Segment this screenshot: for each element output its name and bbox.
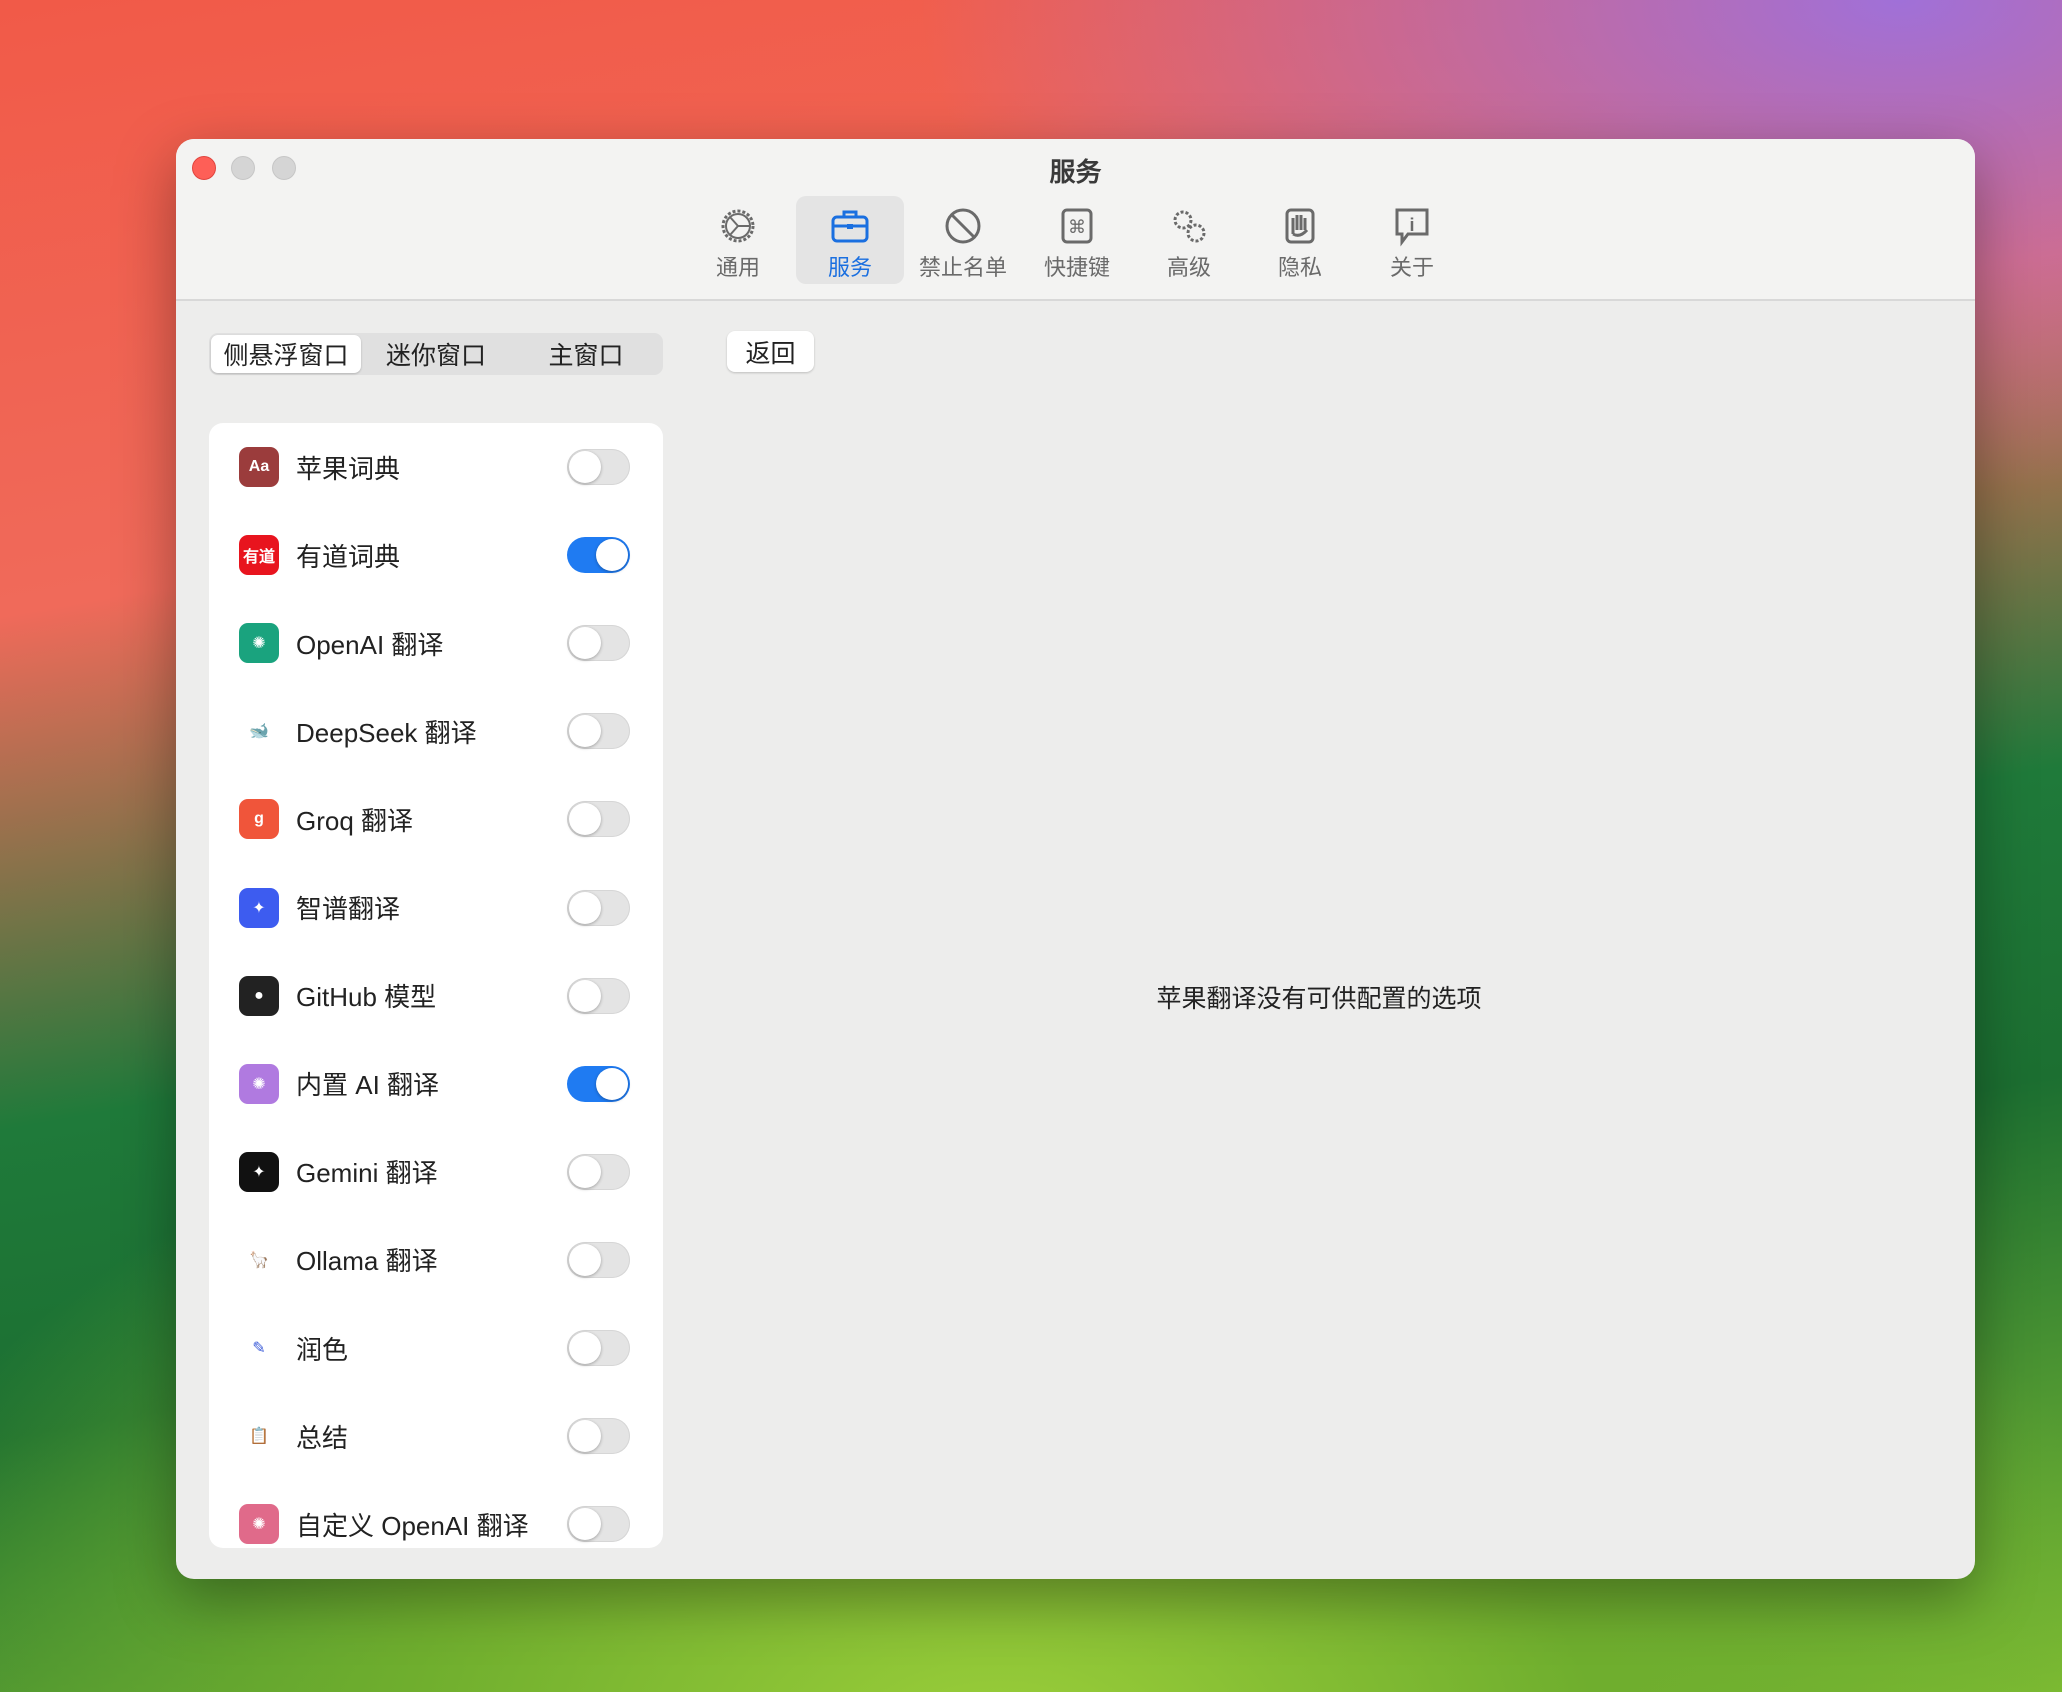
prohibited-icon: [941, 204, 985, 248]
service-label: 苹果词典: [296, 449, 400, 486]
window-title: 服务: [176, 152, 1975, 189]
service-icon: 🐋: [239, 711, 279, 751]
service-icon: ✺: [239, 623, 279, 663]
service-row[interactable]: ✦ 智谱翻译: [209, 878, 663, 938]
service-row[interactable]: ✺ 自定义 OpenAI 翻译: [209, 1494, 663, 1548]
segment-1[interactable]: 迷你窗口: [361, 335, 511, 373]
service-toggle[interactable]: [567, 1066, 630, 1102]
gear-icon: [716, 204, 760, 248]
service-toggle[interactable]: [567, 978, 630, 1014]
service-icon: ✦: [239, 888, 279, 928]
service-label: GitHub 模型: [296, 977, 436, 1014]
segment-0[interactable]: 侧悬浮窗口: [211, 335, 361, 373]
toolbar: 服务 通用服务禁止名单⌘快捷键高级隐私i关于: [176, 139, 1975, 301]
service-icon: 📋: [239, 1416, 279, 1456]
briefcase-icon: [828, 204, 872, 248]
service-toggle[interactable]: [567, 1506, 630, 1542]
service-row[interactable]: ✎ 润色: [209, 1318, 663, 1378]
toolbar-tab-label: 快捷键: [1023, 250, 1131, 282]
detail-message: 苹果翻译没有可供配置的选项: [663, 979, 1975, 1015]
toolbar-tab-gear[interactable]: 通用: [684, 196, 792, 284]
service-toggle[interactable]: [567, 1418, 630, 1454]
toolbar-tab-gears[interactable]: 高级: [1135, 196, 1243, 284]
service-row[interactable]: ✦ Gemini 翻译: [209, 1142, 663, 1202]
toolbar-tab-label: 通用: [684, 250, 792, 282]
service-list: Aa 苹果词典有道有道词典 ✺ OpenAI 翻译 🐋 DeepSeek 翻译 g Groq …: [209, 423, 663, 1548]
service-toggle[interactable]: [567, 890, 630, 926]
service-toggle[interactable]: [567, 1242, 630, 1278]
service-icon: ✎: [239, 1328, 279, 1368]
service-label: 智谱翻译: [296, 889, 400, 926]
service-label: DeepSeek 翻译: [296, 713, 477, 750]
toolbar-tab-hand[interactable]: 隐私: [1246, 196, 1354, 284]
service-label: Ollama 翻译: [296, 1241, 438, 1278]
service-icon: 有道: [239, 535, 279, 575]
toolbar-tab-label: 高级: [1135, 250, 1243, 282]
service-icon: ●: [239, 976, 279, 1016]
service-toggle[interactable]: [567, 1154, 630, 1190]
toolbar-tab-prohibited[interactable]: 禁止名单: [909, 196, 1017, 284]
service-row[interactable]: Aa 苹果词典: [209, 437, 663, 497]
hand-icon: [1278, 204, 1322, 248]
service-label: OpenAI 翻译: [296, 625, 443, 662]
window-type-segmented-control: 侧悬浮窗口迷你窗口主窗口: [209, 333, 663, 375]
service-toggle[interactable]: [567, 1330, 630, 1366]
service-toggle[interactable]: [567, 449, 630, 485]
service-label: 自定义 OpenAI 翻译: [296, 1506, 529, 1543]
preferences-window: 服务 通用服务禁止名单⌘快捷键高级隐私i关于 侧悬浮窗口迷你窗口主窗口 返回 A…: [176, 139, 1975, 1579]
service-toggle[interactable]: [567, 625, 630, 661]
service-row[interactable]: ✺ OpenAI 翻译: [209, 613, 663, 673]
toolbar-tab-label: 禁止名单: [909, 250, 1017, 282]
service-label: 有道词典: [296, 537, 400, 574]
toolbar-tab-label: 关于: [1358, 250, 1466, 282]
svg-text:i: i: [1409, 215, 1414, 235]
service-row[interactable]: 📋 总结: [209, 1406, 663, 1466]
toolbar-tab-command[interactable]: ⌘ 快捷键: [1023, 196, 1131, 284]
service-row[interactable]: ● GitHub 模型: [209, 966, 663, 1026]
service-icon: ✺: [239, 1504, 279, 1544]
svg-text:⌘: ⌘: [1068, 217, 1086, 237]
toolbar-tab-info[interactable]: i 关于: [1358, 196, 1466, 284]
command-icon: ⌘: [1055, 204, 1099, 248]
service-icon: ✦: [239, 1152, 279, 1192]
toolbar-tab-label: 隐私: [1246, 250, 1354, 282]
service-label: Groq 翻译: [296, 801, 413, 838]
service-toggle[interactable]: [567, 713, 630, 749]
service-icon: Aa: [239, 447, 279, 487]
service-label: 总结: [296, 1418, 348, 1455]
service-label: 润色: [296, 1330, 348, 1367]
toolbar-tab-briefcase[interactable]: 服务: [796, 196, 904, 284]
service-label: Gemini 翻译: [296, 1153, 438, 1190]
service-icon: 🦙: [239, 1240, 279, 1280]
service-toggle[interactable]: [567, 537, 630, 573]
service-label: 内置 AI 翻译: [296, 1065, 439, 1102]
info-icon: i: [1390, 204, 1434, 248]
service-row[interactable]: 有道有道词典: [209, 525, 663, 585]
service-toggle[interactable]: [567, 801, 630, 837]
segment-2[interactable]: 主窗口: [511, 335, 661, 373]
gears-icon: [1167, 204, 1211, 248]
toolbar-tab-label: 服务: [796, 250, 904, 282]
back-button[interactable]: 返回: [727, 331, 814, 372]
service-icon: ✺: [239, 1064, 279, 1104]
service-icon: g: [239, 799, 279, 839]
service-row[interactable]: g Groq 翻译: [209, 789, 663, 849]
service-row[interactable]: ✺ 内置 AI 翻译: [209, 1054, 663, 1114]
service-row[interactable]: 🦙 Ollama 翻译: [209, 1230, 663, 1290]
service-row[interactable]: 🐋 DeepSeek 翻译: [209, 701, 663, 761]
